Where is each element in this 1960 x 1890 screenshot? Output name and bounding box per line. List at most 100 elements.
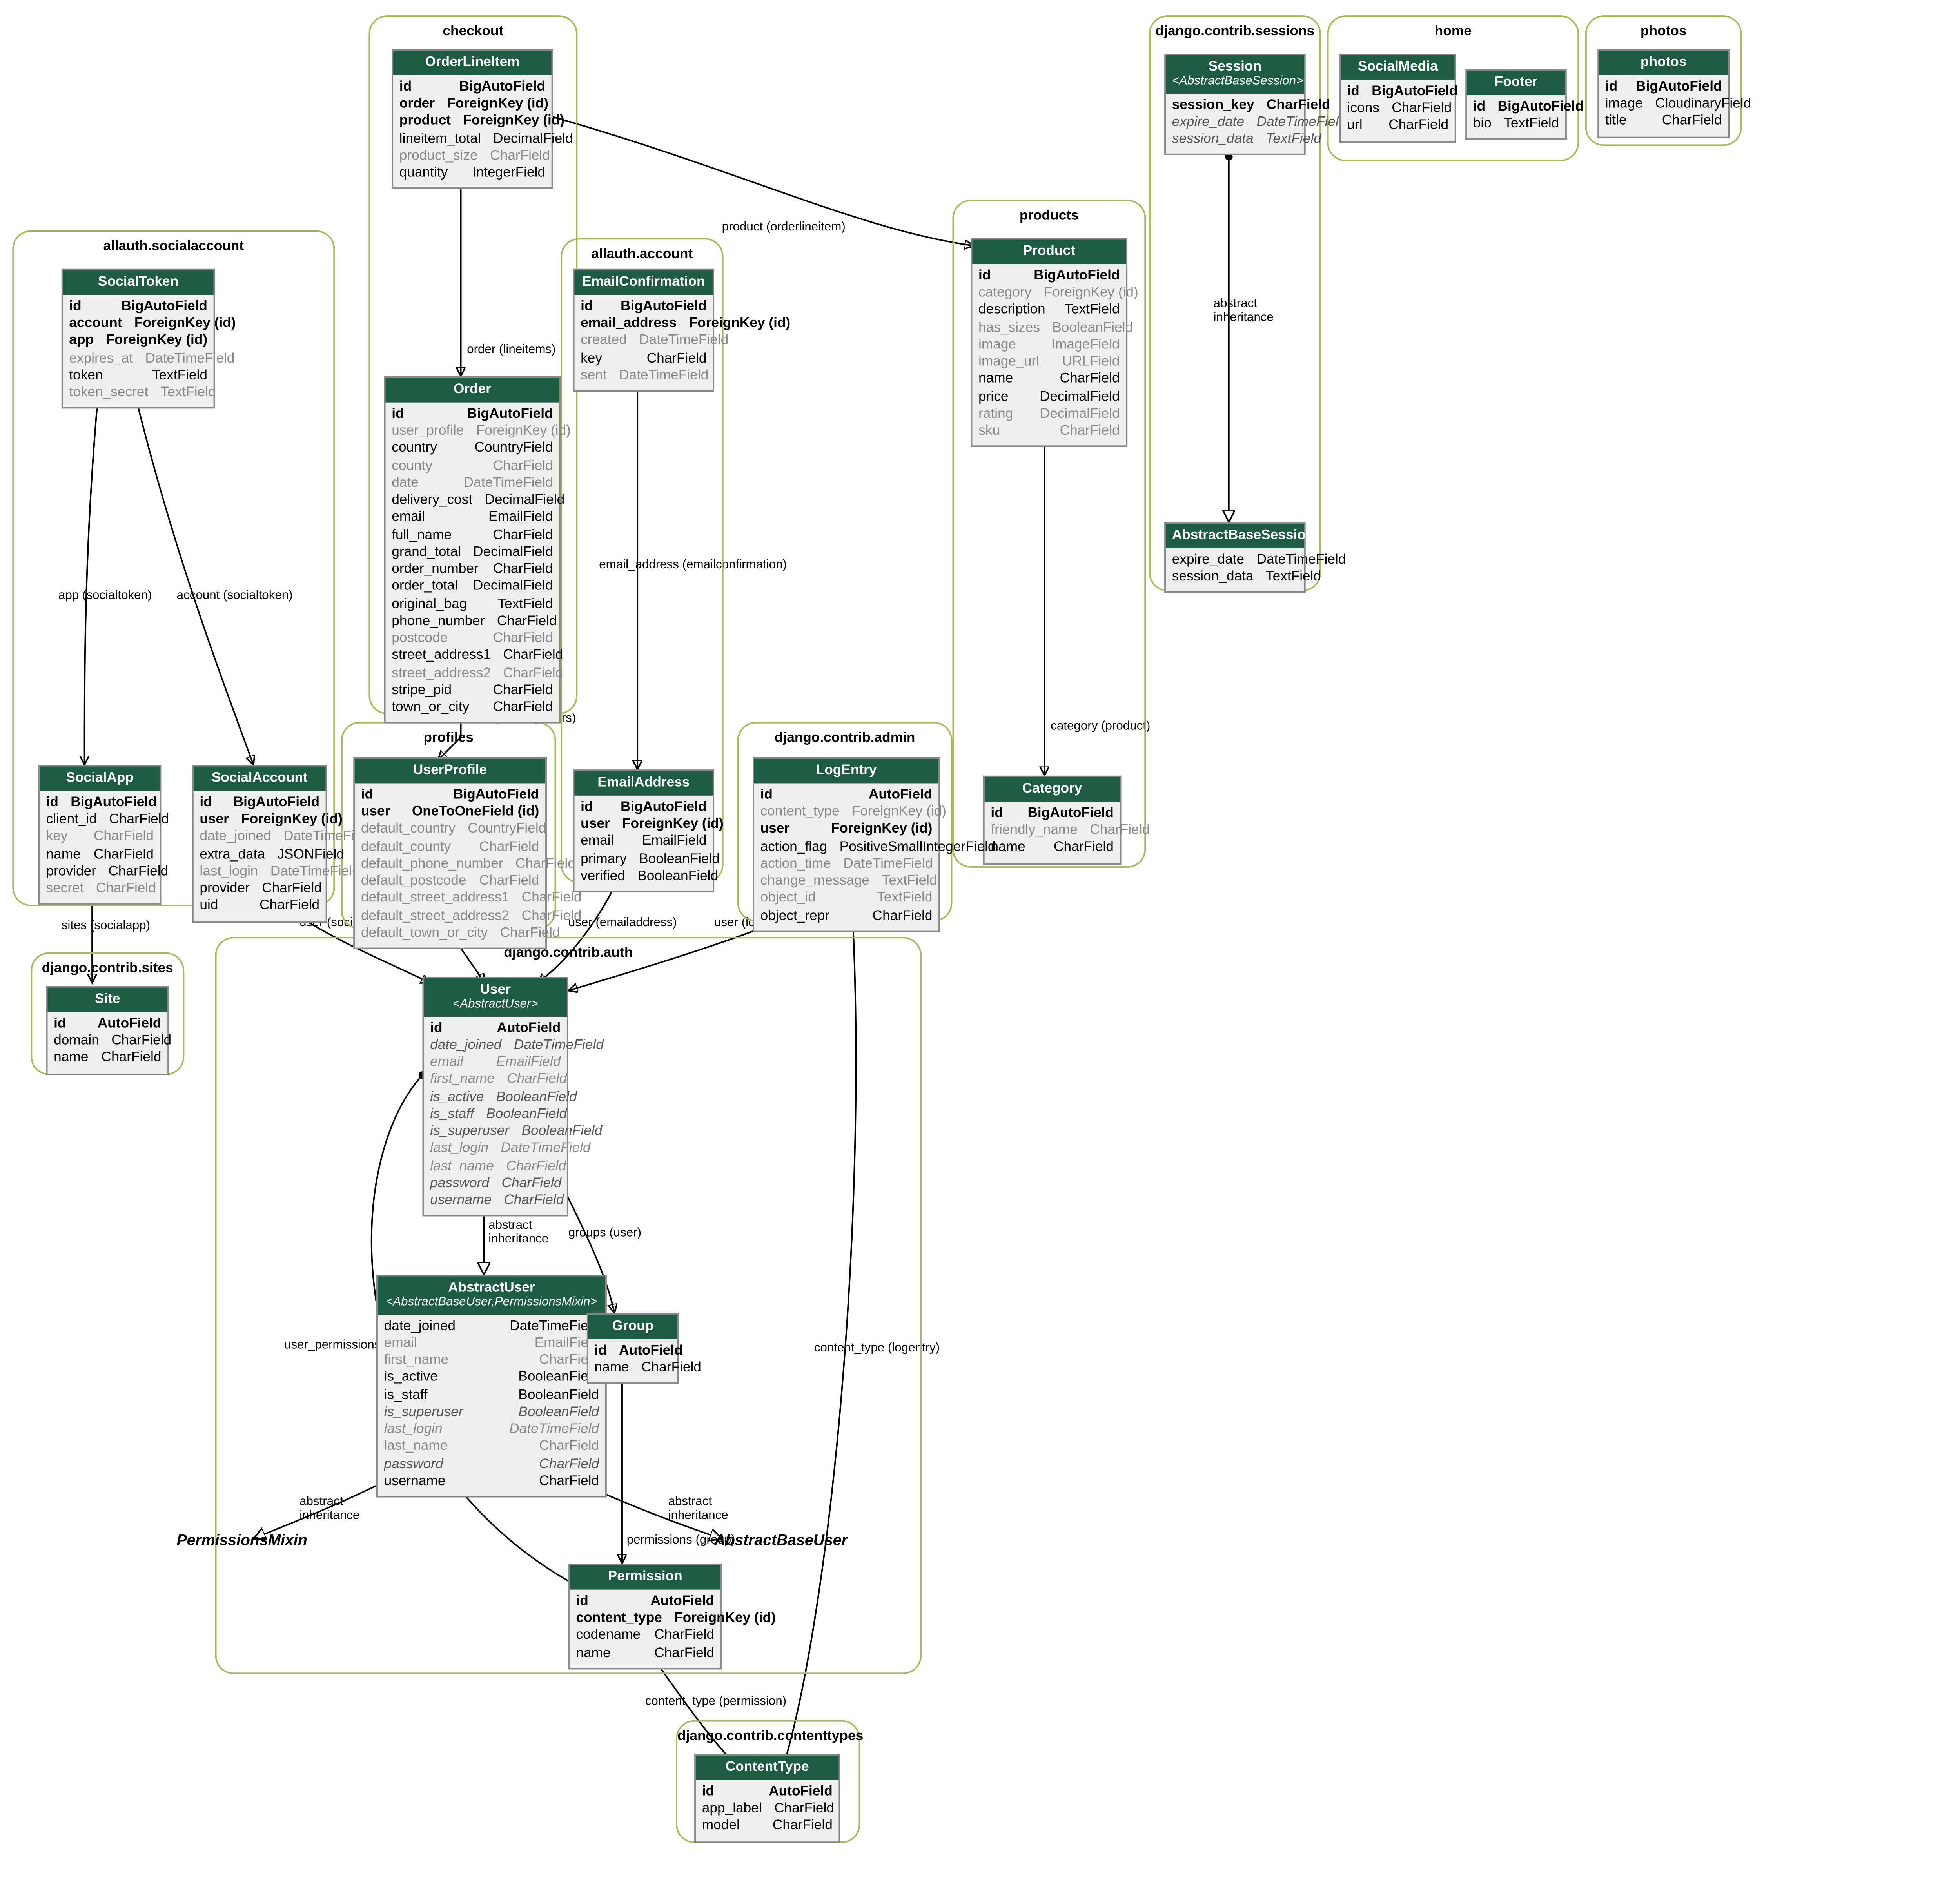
field-row: priceDecimalField	[978, 388, 1120, 405]
field-row: nameCharField	[991, 839, 1113, 856]
field-row: default_countyCharField	[361, 838, 539, 855]
model-title: Product	[972, 239, 1126, 264]
model-orderlineitem: OrderLineItemidBigAutoFieldorderForeignK…	[392, 49, 553, 189]
field-row: usernameCharField	[430, 1192, 561, 1209]
model-title: AbstractUser<AbstractBaseUser,Permission…	[378, 1276, 605, 1314]
field-row: idBigAutoField	[581, 798, 706, 816]
model-title: EmailConfirmation	[575, 270, 713, 295]
model-title: Permission	[570, 1565, 720, 1589]
model-fields: idBigAutoFieldfriendly_nameCharFieldname…	[985, 802, 1120, 863]
field-row: verifiedBooleanField	[581, 868, 706, 885]
field-row: imageCloudinaryField	[1605, 95, 1722, 112]
field-row: idAutoField	[760, 786, 933, 804]
field-row: action_timeDateTimeField	[760, 855, 933, 872]
field-row: is_activeBooleanField	[430, 1088, 561, 1106]
field-row: action_flagPositiveSmallIntegerField	[760, 838, 933, 855]
field-row: expire_dateDateTimeField	[1172, 551, 1298, 568]
field-row: original_bagTextField	[392, 595, 553, 613]
bare-abstractbaseuser: AbstractBaseUser	[714, 1533, 848, 1550]
field-row: providerCharField	[46, 863, 154, 880]
field-row: secretCharField	[46, 880, 154, 898]
field-row: passwordCharField	[384, 1455, 599, 1473]
cluster-label: checkout	[370, 14, 576, 38]
field-row: idBigAutoField	[581, 298, 706, 315]
model-abstractuser: AbstractUser<AbstractBaseUser,Permission…	[376, 1275, 607, 1498]
model-footer: FooteridBigAutoFieldbioTextField	[1465, 69, 1567, 140]
field-row: domainCharField	[54, 1032, 161, 1050]
field-row: default_postcodeCharField	[361, 872, 539, 890]
field-row: friendly_nameCharField	[991, 822, 1113, 839]
field-row: street_address2CharField	[392, 664, 553, 682]
field-row: is_superuserBooleanField	[430, 1123, 561, 1140]
field-row: emailEmailField	[581, 833, 706, 850]
field-row: postcodeCharField	[392, 630, 553, 647]
field-row: email_addressForeignKey (id)	[581, 315, 706, 332]
field-row: default_countryCountryField	[361, 821, 539, 838]
field-row: session_dataTextField	[1172, 131, 1298, 148]
field-row: countyCharField	[392, 457, 553, 474]
model-fields: expire_dateDateTimeFieldsession_dataText…	[1166, 548, 1304, 592]
field-row: content_typeForeignKey (id)	[760, 804, 933, 821]
model-session: Session<AbstractBaseSession>session_keyC…	[1164, 54, 1305, 156]
model-socialmedia: SocialMediaidBigAutoFieldiconsCharFieldu…	[1339, 54, 1456, 142]
field-row: nameCharField	[978, 371, 1120, 388]
edge-user-emailaddress: user (emailaddress)	[568, 915, 677, 929]
field-row: userForeignKey (id)	[200, 811, 319, 828]
model-fields: idBigAutoFielduser_profileForeignKey (id…	[386, 402, 559, 722]
field-row: createdDateTimeField	[581, 332, 706, 350]
field-row: titleCharField	[1605, 113, 1722, 130]
model-title: SocialAccount	[194, 766, 326, 791]
field-row: dateDateTimeField	[392, 474, 553, 492]
field-row: nameCharField	[46, 846, 154, 863]
model-site: SiteidAutoFielddomainCharFieldnameCharFi…	[46, 986, 169, 1075]
field-row: usernameCharField	[384, 1473, 599, 1490]
field-row: expires_atDateTimeField	[69, 350, 207, 367]
model-socialaccount: SocialAccountidBigAutoFielduserForeignKe…	[192, 765, 327, 922]
cluster-label: photos	[1587, 14, 1740, 38]
field-row: idAutoField	[702, 1783, 833, 1800]
cluster-label: django.contrib.auth	[217, 935, 920, 960]
model-title: SocialMedia	[1341, 55, 1455, 80]
cluster-label: products	[954, 198, 1144, 223]
field-row: full_nameCharField	[392, 526, 553, 544]
model-fields: idBigAutoFieldcategoryForeignKey (id)des…	[972, 264, 1126, 446]
field-row: nameCharField	[54, 1050, 161, 1067]
field-row: default_phone_numberCharField	[361, 855, 539, 872]
field-row: session_dataTextField	[1172, 568, 1298, 586]
cluster-label: django.contrib.sites	[32, 951, 183, 976]
field-row: orderForeignKey (id)	[399, 95, 545, 112]
model-fields: idBigAutoFielduserForeignKey (id)emailEm…	[575, 795, 713, 891]
field-row: bioTextField	[1473, 115, 1559, 132]
field-row: primaryBooleanField	[581, 850, 706, 867]
field-row: passwordCharField	[430, 1175, 561, 1192]
model-fields: idAutoFielddomainCharFieldnameCharField	[47, 1012, 167, 1073]
field-row: object_idTextField	[760, 890, 933, 907]
field-row: nameCharField	[594, 1359, 671, 1377]
field-row: first_nameCharField	[430, 1071, 561, 1088]
field-row: order_numberCharField	[392, 561, 553, 578]
model-socialtoken: SocialTokenidBigAutoFieldaccountForeignK…	[62, 269, 215, 409]
field-row: date_joinedDateTimeField	[200, 829, 319, 846]
model-title: SocialApp	[40, 766, 160, 791]
field-row: idAutoField	[430, 1019, 561, 1037]
field-row: keyCharField	[46, 829, 154, 846]
field-row: accountForeignKey (id)	[69, 315, 207, 332]
model-title: AbstractBaseSession	[1166, 524, 1304, 548]
field-row: default_street_address1CharField	[361, 890, 539, 907]
diagram-canvas: order (lineitems) product (orderlineitem…	[0, 0, 1960, 1889]
model-photos: photosidBigAutoFieldimageCloudinaryField…	[1597, 49, 1730, 138]
model-title: Site	[47, 988, 167, 1012]
field-row: imageImageField	[978, 336, 1120, 354]
field-row: keyCharField	[581, 350, 706, 367]
model-fields: idAutoFieldcontent_typeForeignKey (id)co…	[570, 1589, 720, 1668]
field-row: first_nameCharField	[384, 1352, 599, 1369]
model-fields: idAutoFieldapp_labelCharFieldmodelCharFi…	[696, 1780, 838, 1841]
field-row: date_joinedDateTimeField	[384, 1317, 599, 1335]
field-row: is_staffBooleanField	[384, 1386, 599, 1404]
model-title: Category	[985, 777, 1120, 802]
model-fields: idBigAutoFieldiconsCharFieldurlCharField	[1341, 80, 1455, 141]
field-row: last_loginDateTimeField	[430, 1140, 561, 1157]
model-title: User<AbstractUser>	[424, 978, 566, 1016]
field-row: last_loginDateTimeField	[200, 863, 319, 880]
field-row: token_secretTextField	[69, 384, 207, 401]
